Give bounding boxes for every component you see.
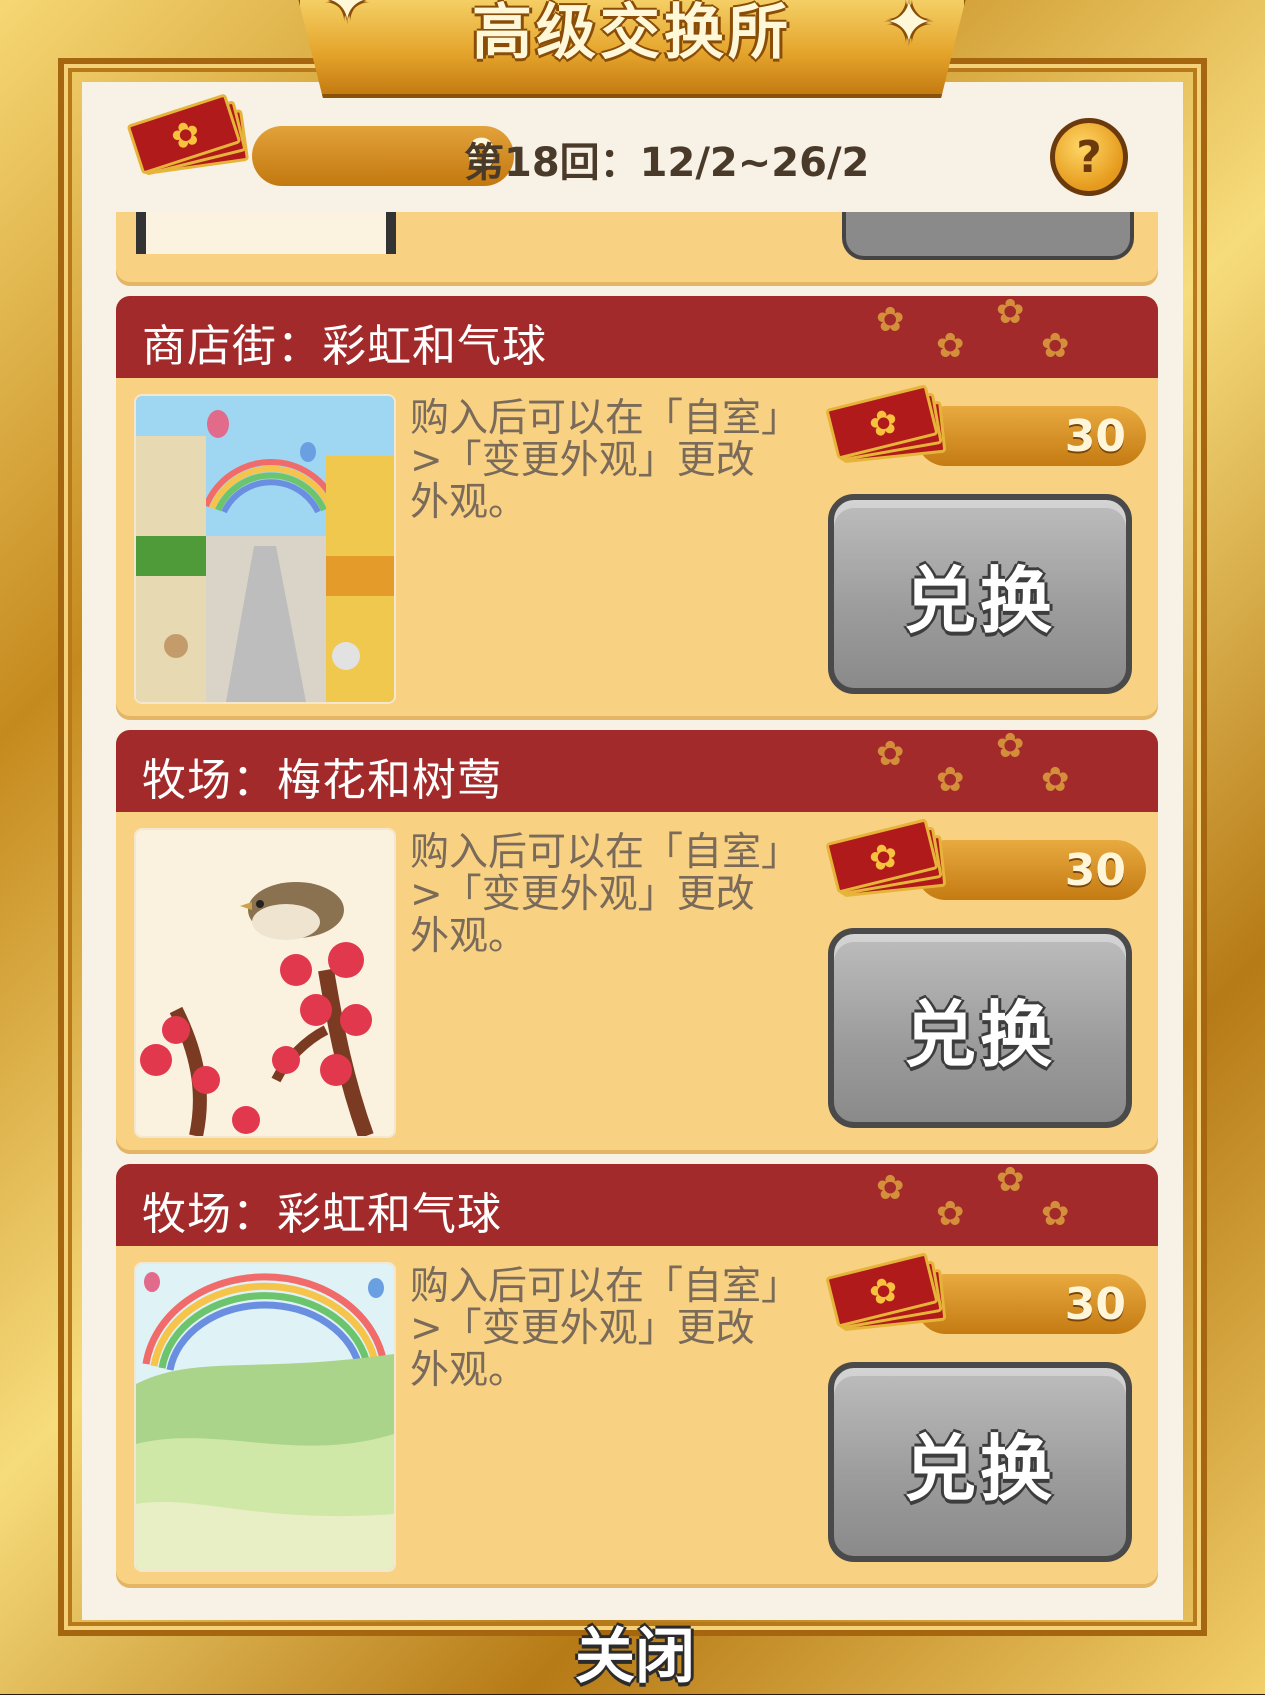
item-description: 购入后可以在「自室」>「变更外观」更改外观。 [410, 1264, 781, 1393]
price-value: 30 [1064, 1279, 1126, 1330]
ticket-icon: ✿ [825, 384, 948, 464]
item-price: 30 [916, 840, 1146, 900]
item-header: 牧场：梅花和树莺 ✿ ✿ ✿ ✿ [116, 730, 1158, 812]
exchange-button[interactable]: 兑换 [828, 928, 1132, 1128]
rose-icon: ✿ [996, 296, 1025, 332]
rose-icon: ✿ [996, 730, 1025, 766]
partial-thumbnail [136, 212, 396, 254]
item-title: 商店街：彩虹和气球 [142, 321, 547, 372]
rose-icon: ✿ [1041, 326, 1070, 366]
rose-icon: ✿ [936, 326, 965, 366]
meadow-rainbow-balloons-image [134, 1262, 396, 1572]
gold-frame: ✿ 0 第18回：12/2~26/2 ? 商店街：彩虹和气球 ✿ ✿ ✿ ✿ 购… [0, 0, 1265, 1694]
item-description: 购入后可以在「自室」>「变更外观」更改外观。 [410, 396, 781, 525]
item-description: 购入后可以在「自室」>「变更外观」更改外观。 [410, 830, 781, 959]
item-title: 牧场：彩虹和气球 [142, 1189, 502, 1240]
sparkle-icon: ✦ [322, 0, 377, 36]
rose-icon: ✿ [936, 1194, 965, 1234]
ticket-icon: ✿ [126, 93, 250, 176]
rose-icon: ✿ [876, 734, 905, 774]
help-button[interactable]: ? [1050, 118, 1128, 196]
exchange-label: 兑换 [903, 1426, 1056, 1511]
ticket-icon: ✿ [825, 1252, 948, 1332]
rose-icon: ✿ [996, 1164, 1025, 1200]
shopping-street-rainbow-balloons-image [134, 394, 396, 704]
exchange-label: 兑换 [903, 558, 1056, 643]
exchange-button[interactable]: 兑换 [828, 494, 1132, 694]
rose-icon: ✿ [1041, 1194, 1070, 1234]
partial-exchange-button[interactable] [842, 212, 1134, 260]
close-button[interactable]: 关闭 [560, 1612, 710, 1692]
item-list[interactable]: 商店街：彩虹和气球 ✿ ✿ ✿ ✿ 购入后可以在「自室」>「变更外观」更改外观。… [82, 212, 1183, 1604]
rose-icon: ✿ [876, 300, 905, 340]
item-price: 30 [916, 406, 1146, 466]
list-item: 牧场：梅花和树莺 ✿ ✿ ✿ ✿ 购入后可以在「自室」>「变更外观」更改外观。 … [116, 730, 1158, 1150]
question-icon: ? [1076, 131, 1102, 183]
exchange-panel: ✿ 0 第18回：12/2~26/2 ? 商店街：彩虹和气球 ✿ ✿ ✿ ✿ 购… [82, 82, 1183, 1620]
round-period: 第18回：12/2~26/2 [464, 140, 870, 186]
rose-icon: ✿ [936, 760, 965, 800]
plum-blossom-warbler-image [134, 828, 396, 1138]
exchange-label: 兑换 [903, 992, 1056, 1077]
item-title: 牧场：梅花和树莺 [142, 755, 502, 806]
ticket-icon: ✿ [825, 818, 948, 898]
dialog-title: 高级交换所 [472, 0, 792, 68]
price-value: 30 [1064, 411, 1126, 462]
exchange-button[interactable]: 兑换 [828, 1362, 1132, 1562]
rose-icon: ✿ [1041, 760, 1070, 800]
sparkle-icon: ✦ [883, 0, 938, 58]
list-item: 商店街：彩虹和气球 ✿ ✿ ✿ ✿ 购入后可以在「自室」>「变更外观」更改外观。… [116, 296, 1158, 716]
item-header: 牧场：彩虹和气球 ✿ ✿ ✿ ✿ [116, 1164, 1158, 1246]
item-price: 30 [916, 1274, 1146, 1334]
rose-icon: ✿ [876, 1168, 905, 1208]
dialog-title-banner: 高级交换所 ✦ ✦ [296, 0, 968, 98]
item-header: 商店街：彩虹和气球 ✿ ✿ ✿ ✿ [116, 296, 1158, 378]
list-item-partial [116, 212, 1158, 282]
close-label: 关闭 [575, 1621, 695, 1692]
price-value: 30 [1064, 845, 1126, 896]
header-row: ✿ 0 第18回：12/2~26/2 ? [82, 82, 1183, 212]
list-item: 牧场：彩虹和气球 ✿ ✿ ✿ ✿ 购入后可以在「自室」>「变更外观」更改外观。 … [116, 1164, 1158, 1584]
